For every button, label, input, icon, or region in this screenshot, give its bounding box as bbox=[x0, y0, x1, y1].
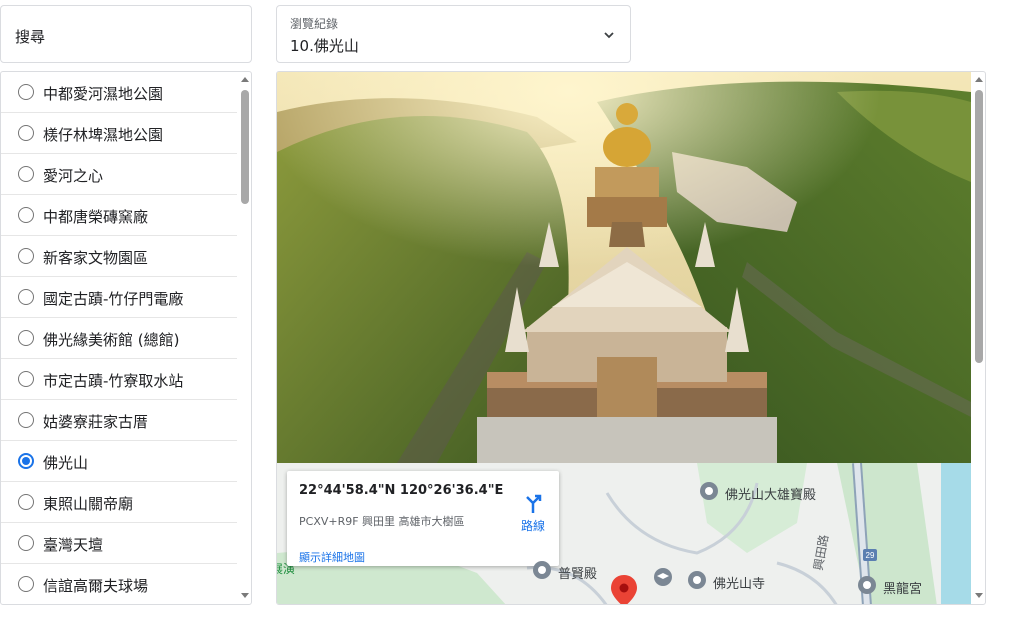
list-item-label: 東照山關帝廟 bbox=[43, 495, 134, 513]
temple-pin-icon[interactable] bbox=[532, 560, 552, 580]
directions-icon bbox=[526, 494, 542, 513]
list-item[interactable]: 信誼高爾夫球場 bbox=[1, 564, 237, 604]
list-item-label: 臺灣天壇 bbox=[43, 536, 104, 554]
history-select-value: 10.佛光山 bbox=[290, 37, 359, 55]
address-text: PCXV+R9F 興田里 高雄市大樹區 bbox=[299, 515, 465, 528]
list-item-label: 國定古蹟-竹仔門電廠 bbox=[43, 290, 184, 308]
list-item-label: 中都唐榮磚窯廠 bbox=[43, 208, 149, 226]
scroll-down-arrow-icon[interactable] bbox=[975, 593, 983, 598]
radio-unchecked-icon[interactable] bbox=[18, 125, 34, 141]
list-item[interactable]: 臺灣天壇 bbox=[1, 523, 237, 564]
history-select[interactable]: 瀏覽紀錄 10.佛光山 bbox=[276, 5, 631, 63]
poi-temple[interactable]: 佛光山寺 bbox=[713, 573, 765, 592]
radio-unchecked-icon[interactable] bbox=[18, 248, 34, 264]
temple-pin-icon[interactable] bbox=[687, 570, 707, 590]
radio-unchecked-icon[interactable] bbox=[18, 494, 34, 510]
scroll-up-arrow-icon[interactable] bbox=[975, 77, 983, 82]
place-photo bbox=[277, 72, 971, 463]
location-marker-icon[interactable] bbox=[611, 575, 637, 605]
detail-scrollbar[interactable] bbox=[972, 72, 985, 604]
history-select-label: 瀏覽紀錄 bbox=[290, 17, 339, 31]
list-item-label: 新客家文物園區 bbox=[43, 249, 149, 267]
list-item[interactable]: 佛光山 bbox=[1, 441, 237, 482]
temple-pin-icon[interactable] bbox=[699, 481, 719, 501]
place-detail-panel: 29 興田路 展演 22°44'58.4"N 120°26'36.4"E PCX… bbox=[276, 71, 986, 605]
list-item-label: 中都愛河濕地公園 bbox=[43, 85, 164, 103]
directions-label: 路線 bbox=[520, 519, 545, 533]
radio-checked-icon[interactable] bbox=[18, 453, 34, 469]
list-scrollbar[interactable] bbox=[238, 72, 251, 604]
poi-main-hall[interactable]: 佛光山大雄寶殿 bbox=[725, 484, 816, 503]
poi-puxian-hall[interactable]: 普賢殿 bbox=[558, 563, 597, 582]
search-label: 搜尋 bbox=[15, 28, 46, 46]
list-item[interactable]: 國定古蹟-竹仔門電廠 bbox=[1, 277, 237, 318]
radio-unchecked-icon[interactable] bbox=[18, 289, 34, 305]
radio-unchecked-icon[interactable] bbox=[18, 166, 34, 182]
list-item[interactable]: 中都愛河濕地公園 bbox=[1, 72, 237, 113]
list-item[interactable]: 東照山關帝廟 bbox=[1, 482, 237, 523]
list-item[interactable]: 中都唐榮磚窯廠 bbox=[1, 195, 237, 236]
place-list: 中都愛河濕地公園 檨仔林埤濕地公園 愛河之心中都唐榮磚窯廠 新客家文物園區國定古蹟-竹… bbox=[0, 71, 252, 605]
school-pin-icon[interactable] bbox=[653, 567, 673, 587]
list-item[interactable]: 愛河之心 bbox=[1, 154, 237, 195]
list-item[interactable]: 市定古蹟-竹寮取水站 bbox=[1, 359, 237, 400]
radio-unchecked-icon[interactable] bbox=[18, 371, 34, 387]
detail-scrollbar-thumb[interactable] bbox=[975, 90, 983, 363]
radio-unchecked-icon[interactable] bbox=[18, 576, 34, 592]
list-item[interactable]: 新客家文物園區 bbox=[1, 236, 237, 277]
list-item-label: 佛光山 bbox=[43, 454, 89, 472]
list-item-label: 檨仔林埤濕地公園 bbox=[43, 126, 164, 144]
place-pin-icon[interactable] bbox=[857, 575, 877, 595]
list-item-label: 信誼高爾夫球場 bbox=[43, 577, 149, 595]
map-info-card: 22°44'58.4"N 120°26'36.4"E PCXV+R9F 興田里 … bbox=[287, 471, 559, 566]
list-item-label: 愛河之心 bbox=[43, 167, 104, 185]
list-item[interactable]: 檨仔林埤濕地公園 bbox=[1, 113, 237, 154]
list-item-label: 姑婆寮莊家古厝 bbox=[43, 413, 149, 431]
coordinates-text: 22°44'58.4"N 120°26'36.4"E bbox=[299, 483, 504, 498]
view-larger-map-link[interactable]: 顯示詳細地圖 bbox=[299, 549, 365, 565]
directions-button[interactable]: 路線 bbox=[513, 491, 553, 533]
scroll-down-arrow-icon[interactable] bbox=[241, 593, 249, 598]
radio-unchecked-icon[interactable] bbox=[18, 412, 34, 428]
poi-heilong[interactable]: 黑龍宮 bbox=[883, 578, 922, 597]
svg-text:29: 29 bbox=[866, 551, 875, 560]
search-input[interactable]: 搜尋 bbox=[0, 5, 252, 63]
scroll-up-arrow-icon[interactable] bbox=[241, 77, 249, 82]
list-scrollbar-thumb[interactable] bbox=[241, 90, 249, 204]
chevron-down-icon bbox=[604, 32, 614, 39]
list-item-label: 佛光緣美術館 (總館) bbox=[43, 331, 180, 349]
location-map[interactable]: 29 興田路 展演 22°44'58.4"N 120°26'36.4"E PCX… bbox=[277, 463, 971, 605]
radio-unchecked-icon[interactable] bbox=[18, 84, 34, 100]
list-item-label: 市定古蹟-竹寮取水站 bbox=[43, 372, 184, 390]
list-item[interactable]: 佛光緣美術館 (總館) bbox=[1, 318, 237, 359]
list-item[interactable]: 姑婆寮莊家古厝 bbox=[1, 400, 237, 441]
radio-unchecked-icon[interactable] bbox=[18, 207, 34, 223]
radio-unchecked-icon[interactable] bbox=[18, 535, 34, 551]
radio-unchecked-icon[interactable] bbox=[18, 330, 34, 346]
